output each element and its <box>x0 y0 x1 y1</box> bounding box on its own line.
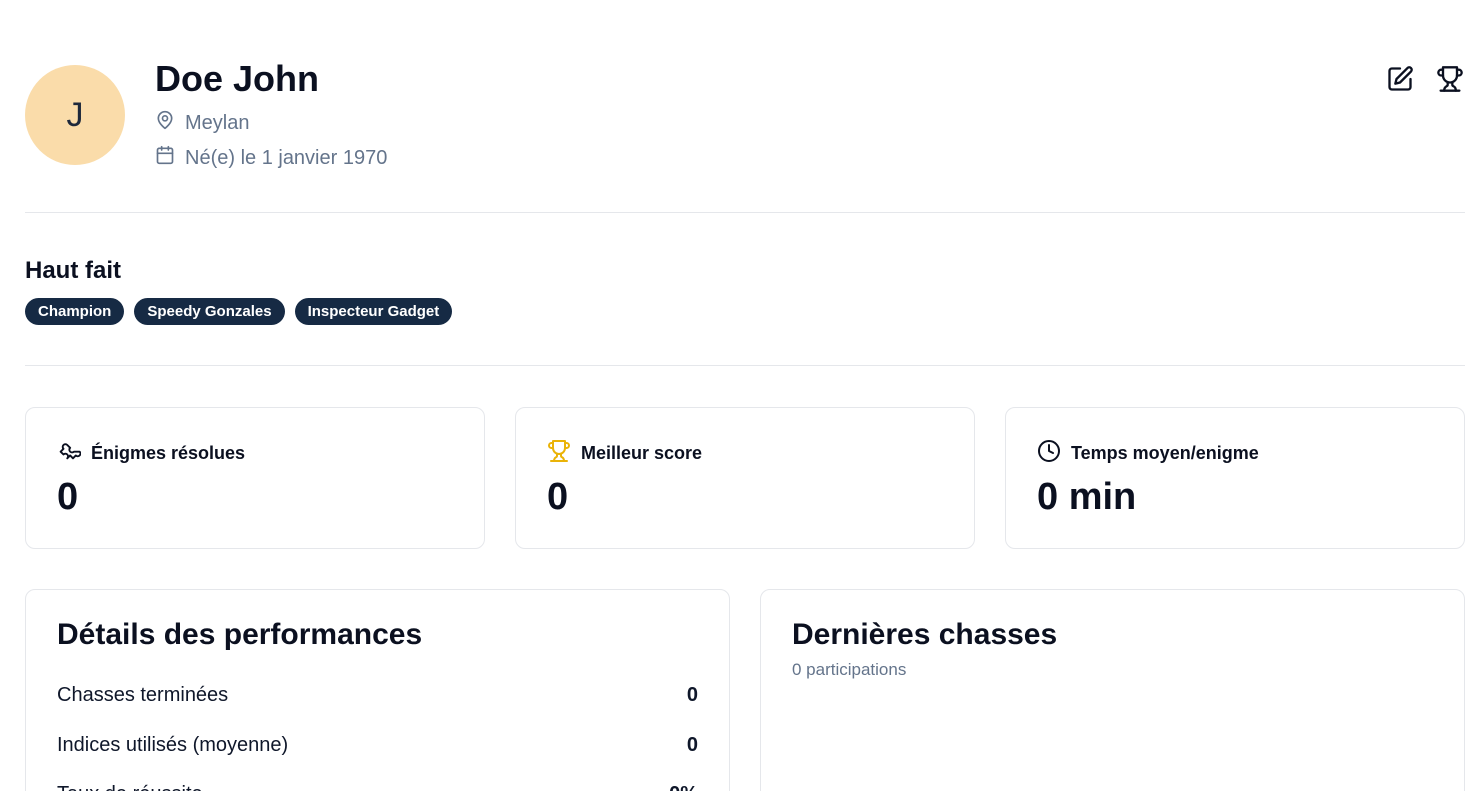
profile-birthdate: Né(e) le 1 janvier 1970 <box>155 145 387 171</box>
achievement-badges: Champion Speedy Gonzales Inspecteur Gadg… <box>25 298 453 325</box>
puzzle-icon <box>57 439 82 468</box>
stat-value: 0 <box>57 476 79 518</box>
avatar: J <box>25 65 125 165</box>
badge-champion: Champion <box>25 298 125 325</box>
badge-inspecteur-gadget: Inspecteur Gadget <box>294 298 453 325</box>
profile-header: J Doe John Meylan Né(e) le 1 janvier 197… <box>25 58 1465 169</box>
calendar-icon <box>155 145 175 171</box>
perf-label: Indices utilisés (moyenne) <box>57 734 289 756</box>
trophy-icon <box>1436 65 1464 98</box>
achievements-title: Haut fait <box>25 257 121 284</box>
perf-row: Chasses terminées 0 <box>57 684 698 707</box>
stat-card-temps-moyen: Temps moyen/enigme 0 min <box>1005 407 1465 549</box>
recent-hunts-title: Dernières chasses <box>792 618 1058 651</box>
birthdate-text: Né(e) le 1 janvier 1970 <box>185 146 388 169</box>
achievements-button[interactable] <box>1435 65 1465 98</box>
perf-value: 0 <box>686 684 698 706</box>
perf-label: Taux de réussite <box>57 783 203 791</box>
map-pin-icon <box>155 110 175 136</box>
edit-icon <box>1386 65 1414 98</box>
header-actions <box>1385 65 1465 98</box>
stat-header: Meilleur score <box>547 439 702 468</box>
profile-name: Doe John <box>155 58 320 99</box>
perf-value: 0% <box>669 783 698 791</box>
stat-value: 0 <box>547 476 569 518</box>
badge-speedy-gonzales: Speedy Gonzales <box>134 298 285 325</box>
stat-card-meilleur-score: Meilleur score 0 <box>515 407 975 549</box>
performance-title: Détails des performances <box>57 618 423 651</box>
participations-count: 0 participations <box>792 660 907 679</box>
stat-label: Meilleur score <box>581 443 703 463</box>
perf-row: Taux de réussite 0% <box>57 783 698 791</box>
stat-card-enigmes: Énigmes résolues 0 <box>25 407 485 549</box>
edit-profile-button[interactable] <box>1385 65 1415 98</box>
location-text: Meylan <box>185 111 250 134</box>
perf-value: 0 <box>686 734 698 756</box>
perf-row: Indices utilisés (moyenne) 0 <box>57 734 698 757</box>
stat-label: Temps moyen/enigme <box>1071 443 1259 463</box>
stat-header: Temps moyen/enigme <box>1037 439 1259 468</box>
clock-icon <box>1037 439 1061 468</box>
stat-label: Énigmes résolues <box>91 443 246 463</box>
stat-value: 0 min <box>1037 476 1137 518</box>
recent-hunts-panel: Dernières chasses 0 participations <box>760 589 1465 791</box>
trophy-icon <box>547 439 571 468</box>
stat-header: Énigmes résolues <box>57 439 245 468</box>
divider <box>25 212 1465 213</box>
perf-label: Chasses terminées <box>57 684 229 706</box>
performance-panel: Détails des performances Chasses terminé… <box>25 589 730 791</box>
profile-location: Meylan <box>155 110 249 136</box>
divider <box>25 365 1465 366</box>
